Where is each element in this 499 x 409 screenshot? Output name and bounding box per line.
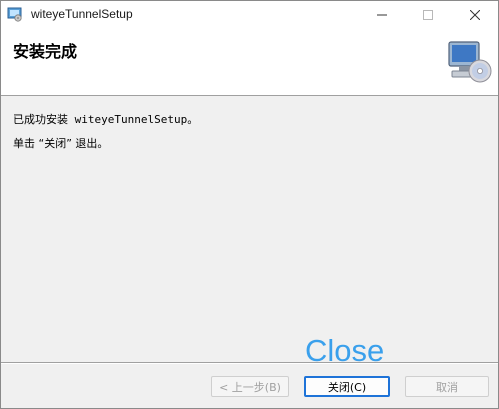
back-button[interactable]: < 上一步(B)	[211, 376, 289, 397]
title-bar: witeyeTunnelSetup	[1, 1, 498, 28]
installer-window: witeyeTunnelSetup 安装完成 已成功安装 witeyeTunne…	[0, 0, 499, 409]
wizard-header: 安装完成	[1, 28, 498, 96]
installer-app-icon	[7, 7, 22, 22]
install-success-message: 已成功安装 witeyeTunnelSetup。	[13, 113, 199, 126]
close-window-button[interactable]	[452, 1, 498, 28]
minimize-button[interactable]	[359, 1, 405, 28]
exit-instruction-message: 单击 “关闭” 退出。	[13, 137, 109, 150]
maximize-icon	[423, 9, 433, 20]
maximize-button[interactable]	[405, 1, 451, 28]
page-title: 安装完成	[13, 42, 78, 61]
minimize-icon	[377, 14, 387, 15]
footer-separator	[1, 362, 498, 364]
window-title: witeyeTunnelSetup	[31, 7, 133, 21]
close-button[interactable]: 关闭(C)	[304, 376, 390, 397]
cancel-button[interactable]: 取消	[405, 376, 489, 397]
computer-cd-icon	[448, 41, 492, 83]
close-icon	[470, 9, 480, 20]
